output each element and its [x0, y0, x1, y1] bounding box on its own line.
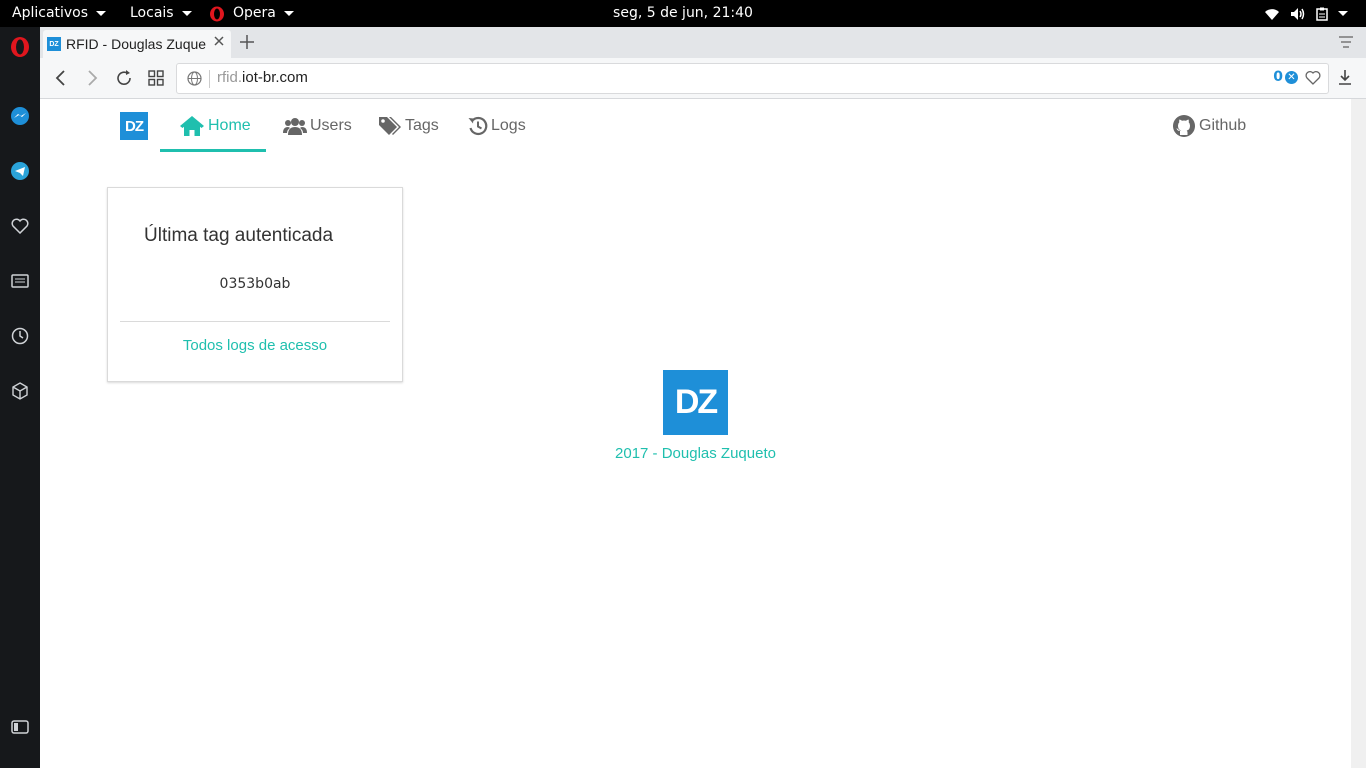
history-icon [468, 116, 488, 136]
browser-toolbar: rfid.iot-br.com 0 ✕ [40, 58, 1366, 99]
sidebar-toggle-icon [11, 720, 29, 734]
all-access-logs-link[interactable]: Todos logs de acesso [108, 337, 402, 354]
footer-copyright-link[interactable]: 2017 - Douglas Zuqueto [40, 445, 1351, 462]
caret-down-icon [1338, 11, 1348, 16]
wifi-icon [1265, 8, 1279, 20]
nav-home[interactable]: Home [179, 113, 251, 139]
news-button[interactable] [10, 271, 30, 291]
forward-icon[interactable] [85, 70, 99, 86]
page-scrollbar[interactable] [1351, 99, 1366, 768]
download-icon[interactable] [1338, 69, 1352, 85]
tag-id-value: 0353b0ab [219, 276, 291, 292]
site-navbar: DZ Home Users Tags Logs Github [40, 99, 1351, 154]
cube-icon [12, 382, 28, 400]
home-icon [180, 116, 204, 136]
history-button[interactable] [10, 326, 30, 346]
tags-icon [379, 117, 401, 135]
nav-tags-label: Tags [405, 117, 439, 134]
reload-icon[interactable] [116, 70, 132, 86]
tab-strip: DZ RFID - Douglas Zuqueto [40, 27, 1366, 58]
address-bar[interactable]: rfid.iot-br.com 0 ✕ [176, 63, 1329, 94]
footer-logo: DZ [663, 370, 728, 435]
nav-users-label: Users [310, 117, 352, 134]
card-title: Última tag autenticada [144, 225, 334, 246]
tab-menu-icon[interactable] [1338, 35, 1354, 49]
system-tray[interactable] [1264, 0, 1348, 27]
news-icon [11, 274, 29, 288]
system-top-bar: Aplicativos Locais Opera seg, 5 de jun, … [0, 0, 1366, 27]
bookmark-heart-icon[interactable] [1305, 70, 1321, 85]
sidebar-toggle-button[interactable] [10, 717, 30, 737]
tab-rfid[interactable]: DZ RFID - Douglas Zuqueto [43, 30, 231, 58]
tab-favicon: DZ [47, 37, 61, 51]
site-logo[interactable]: DZ [120, 112, 148, 140]
nav-tags[interactable]: Tags [378, 113, 439, 139]
opera-sidebar [0, 27, 40, 768]
nav-users[interactable]: Users [283, 113, 352, 139]
speed-dial-icon[interactable] [148, 70, 164, 86]
extensions-button[interactable] [10, 381, 30, 401]
globe-icon[interactable] [187, 71, 202, 86]
url-text[interactable]: rfid.iot-br.com [217, 69, 308, 86]
url-subdomain: rfid. [217, 69, 243, 86]
adblock-indicator[interactable]: 0 ✕ [1273, 69, 1298, 85]
messenger-button[interactable] [10, 106, 30, 126]
page-content: DZ Home Users Tags Logs Github Última ta… [40, 99, 1351, 768]
nav-logs-label: Logs [491, 117, 526, 134]
heart-icon [11, 218, 29, 234]
stash-button[interactable] [10, 216, 30, 236]
new-tab-icon[interactable] [237, 32, 257, 52]
clipboard-icon [1316, 7, 1328, 21]
opera-logo-icon [11, 37, 29, 57]
close-tab-icon[interactable] [213, 35, 225, 47]
address-separator [209, 70, 210, 88]
volume-icon [1291, 7, 1305, 20]
tab-title: RFID - Douglas Zuqueto [66, 36, 206, 52]
nav-home-label: Home [208, 117, 251, 134]
messenger-icon [11, 107, 29, 125]
nav-github[interactable]: Github [1172, 113, 1246, 139]
github-icon [1173, 115, 1195, 137]
clock-icon [11, 327, 29, 345]
back-icon[interactable] [54, 70, 68, 86]
adblock-icon: ✕ [1285, 70, 1298, 84]
clock[interactable]: seg, 5 de jun, 21:40 [0, 0, 1366, 27]
nav-github-label: Github [1199, 117, 1247, 134]
last-tag-card: Última tag autenticada 0353b0ab Todos lo… [107, 187, 403, 382]
card-divider [120, 321, 390, 322]
users-icon [283, 118, 307, 135]
telegram-icon [11, 162, 29, 180]
url-domain: iot-br.com [242, 69, 308, 86]
nav-logs[interactable]: Logs [468, 113, 526, 139]
opera-menu-button[interactable] [10, 37, 30, 57]
adblock-count: 0 [1273, 69, 1283, 85]
telegram-button[interactable] [10, 161, 30, 181]
active-nav-indicator [160, 149, 266, 152]
